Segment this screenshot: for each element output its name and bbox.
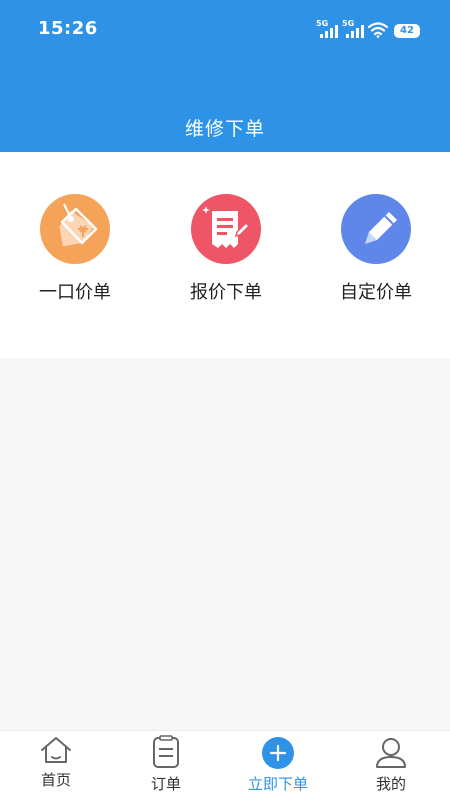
option-label: 自定价单 [340,282,412,303]
status-time: 15:26 [38,18,98,39]
tab-label: 订单 [150,775,181,793]
plus-circle-icon [262,737,294,769]
tab-label: 首页 [40,771,71,789]
header-bar: 15:26 5G 5G 42 维修下单 [0,0,450,152]
option-label: 报价下单 [190,282,262,303]
custom-price-order-button[interactable]: 自定价单 [311,194,441,304]
quote-receipt-icon [191,194,261,264]
pencil-icon [341,194,411,264]
price-tag-icon [40,194,110,264]
quote-order-button[interactable]: 报价下单 [161,194,291,304]
tab-home[interactable]: 首页 [0,731,112,801]
wifi-icon [368,22,388,38]
page-title: 维修下单 [184,118,265,140]
user-icon [376,738,406,768]
status-icons: 5G 5G 42 [316,20,420,38]
order-type-panel: 一口价单 报价下单 自定价单 [0,152,450,358]
bottom-tab-bar: 首页 订单 立即下单 我的 [0,730,450,801]
home-icon [41,737,71,763]
status-bar: 15:26 5G 5G 42 [0,0,450,58]
tab-label: 立即下单 [247,775,308,793]
fixed-price-order-button[interactable]: 一口价单 [10,194,140,304]
signal-icon: 5G [316,20,338,38]
order-list-icon [153,735,179,768]
tab-label: 我的 [375,775,406,793]
tab-place-order[interactable]: 立即下单 [222,731,334,801]
signal-icon: 5G [342,20,364,38]
tab-mine[interactable]: 我的 [335,731,447,801]
tab-orders[interactable]: 订单 [110,731,222,801]
battery-icon: 42 [394,24,420,38]
option-label: 一口价单 [39,282,111,303]
